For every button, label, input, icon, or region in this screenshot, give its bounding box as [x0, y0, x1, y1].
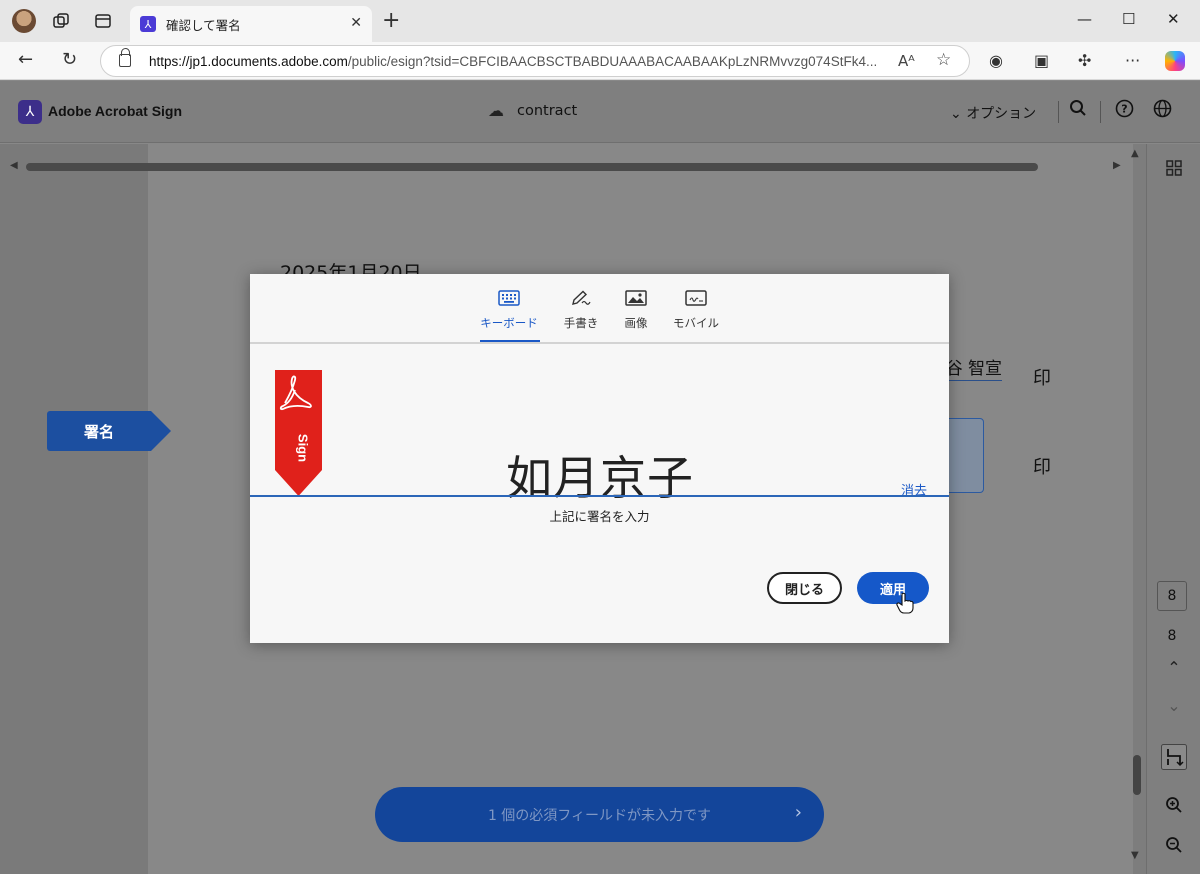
ribbon-sign-text: Sign — [296, 434, 311, 462]
tab-actions-icon[interactable] — [92, 10, 114, 32]
tab-mobile-label: モバイル — [673, 316, 719, 330]
svg-text:?: ? — [1121, 103, 1127, 116]
tab-image[interactable]: 画像 — [620, 290, 652, 331]
browser-tab-active[interactable]: ⅄ 確認して署名 ✕ — [130, 6, 372, 42]
refresh-icon[interactable]: ↻ — [62, 49, 77, 70]
more-menu-icon[interactable]: ··· — [1125, 51, 1140, 70]
signature-dialog: キーボード 手書き 画像 モバイル Sign 如月京子 消去 上記に署名を入力 … — [250, 274, 949, 643]
globe-icon[interactable] — [1153, 99, 1172, 123]
required-fields-banner[interactable]: 1 個の必須フィールドが未入力です › — [375, 787, 824, 842]
url-text: https://jp1.documents.adobe.com/public/e… — [149, 54, 877, 69]
hand-cursor-icon — [896, 592, 914, 614]
adobe-sign-ribbon: Sign — [275, 370, 322, 496]
scroll-left-arrow-icon[interactable]: ◀ — [10, 160, 18, 171]
previous-page-icon[interactable]: ⌃ — [1147, 658, 1200, 677]
document-name: contract — [517, 103, 578, 119]
tab-image-label: 画像 — [624, 316, 648, 330]
header-divider — [1058, 101, 1059, 123]
browser-essentials-icon[interactable]: ◉ — [989, 51, 1003, 70]
right-toolbar: 8 8 ⌃ ⌄ — [1146, 144, 1200, 874]
search-icon[interactable] — [1069, 99, 1087, 122]
close-button[interactable]: 閉じる — [767, 572, 842, 604]
tab-keyboard[interactable]: キーボード — [476, 290, 542, 331]
workspaces-icon[interactable] — [50, 10, 72, 32]
acrobat-sign-header: ⅄ Adobe Acrobat Sign ☁ contract ⌄ オプション … — [0, 81, 1200, 143]
current-page-input[interactable]: 8 — [1157, 581, 1187, 611]
pen-icon — [572, 290, 591, 305]
scroll-right-arrow-icon[interactable]: ▶ — [1113, 160, 1121, 171]
mobile-icon — [685, 290, 707, 306]
brand-name: Adobe Acrobat Sign — [48, 103, 183, 119]
extensions-icon[interactable]: ✣ — [1078, 51, 1091, 70]
options-menu[interactable]: ⌄ オプション — [950, 103, 1036, 123]
minimize-button[interactable]: — — [1077, 10, 1092, 28]
horizontal-scrollbar[interactable] — [26, 163, 1038, 171]
copilot-icon[interactable] — [1165, 51, 1185, 71]
new-tab-button[interactable]: + — [382, 8, 400, 33]
fit-page-icon[interactable] — [1147, 744, 1200, 774]
window-close-button[interactable]: ✕ — [1167, 10, 1180, 28]
help-icon[interactable]: ? — [1115, 99, 1134, 123]
active-tab-indicator — [480, 340, 540, 342]
header-divider — [1100, 101, 1101, 123]
chevron-right-icon: › — [794, 802, 802, 823]
url-host: https://jp1.documents.adobe.com — [149, 54, 348, 69]
acrobat-logo-icon: ⅄ — [18, 100, 42, 124]
url-field[interactable]: https://jp1.documents.adobe.com/public/e… — [100, 45, 970, 77]
profile-avatar[interactable] — [12, 9, 36, 33]
next-page-icon[interactable]: ⌄ — [1147, 696, 1200, 715]
cloud-icon: ☁ — [488, 101, 504, 120]
signature-method-tabs: キーボード 手書き 画像 モバイル — [250, 274, 949, 344]
seal-mark: 印 — [1033, 457, 1051, 478]
zoom-out-icon[interactable] — [1147, 836, 1200, 858]
favorite-star-icon[interactable]: ☆ — [936, 50, 951, 70]
sign-here-tag[interactable]: 署名 — [47, 411, 171, 451]
seal-mark: 印 — [1033, 368, 1051, 389]
tab-keyboard-label: キーボード — [480, 316, 538, 330]
left-gutter — [0, 144, 148, 874]
signature-baseline — [250, 495, 949, 497]
required-fields-text: 1 個の必須フィールドが未入力です — [487, 807, 712, 824]
total-pages: 8 — [1167, 628, 1177, 644]
browser-tab-bar: ⅄ 確認して署名 ✕ + — ☐ ✕ — [0, 0, 1200, 42]
chevron-down-icon: ⌄ — [950, 106, 967, 122]
options-label: オプション — [966, 106, 1037, 122]
scroll-down-arrow-icon[interactable]: ▼ — [1131, 850, 1139, 861]
back-arrow-icon[interactable]: ← — [18, 49, 33, 70]
vertical-scrollbar[interactable] — [1133, 755, 1141, 795]
tab-mobile[interactable]: モバイル — [670, 290, 722, 331]
image-icon — [625, 290, 647, 306]
read-aloud-icon[interactable]: Aᴬ — [898, 52, 915, 70]
apply-button[interactable]: 適用 — [857, 572, 929, 604]
scroll-up-arrow-icon[interactable]: ▲ — [1131, 148, 1139, 159]
tab-handwriting-label: 手書き — [563, 316, 599, 330]
tab-handwriting[interactable]: 手書き — [560, 290, 602, 331]
url-path: /public/esign?tsid=CBFCIBAACBSCTBABDUAAA… — [347, 54, 878, 69]
tab-title: 確認して署名 — [166, 17, 241, 33]
zoom-in-icon[interactable] — [1147, 796, 1200, 818]
acrobat-favicon-icon: ⅄ — [140, 16, 156, 32]
typed-signature[interactable]: 如月京子 — [500, 442, 700, 508]
maximize-button[interactable]: ☐ — [1122, 10, 1135, 28]
collections-icon[interactable]: ▣ — [1034, 51, 1049, 70]
keyboard-icon — [498, 290, 520, 306]
signature-field[interactable] — [944, 418, 984, 493]
tab-close-icon[interactable]: ✕ — [350, 15, 362, 31]
signature-caption: 上記に署名を入力 — [549, 509, 650, 524]
address-toolbar: ← ↻ https://jp1.documents.adobe.com/publ… — [0, 42, 1200, 80]
lock-icon — [119, 48, 131, 67]
thumbnails-grid-icon[interactable] — [1147, 160, 1200, 180]
